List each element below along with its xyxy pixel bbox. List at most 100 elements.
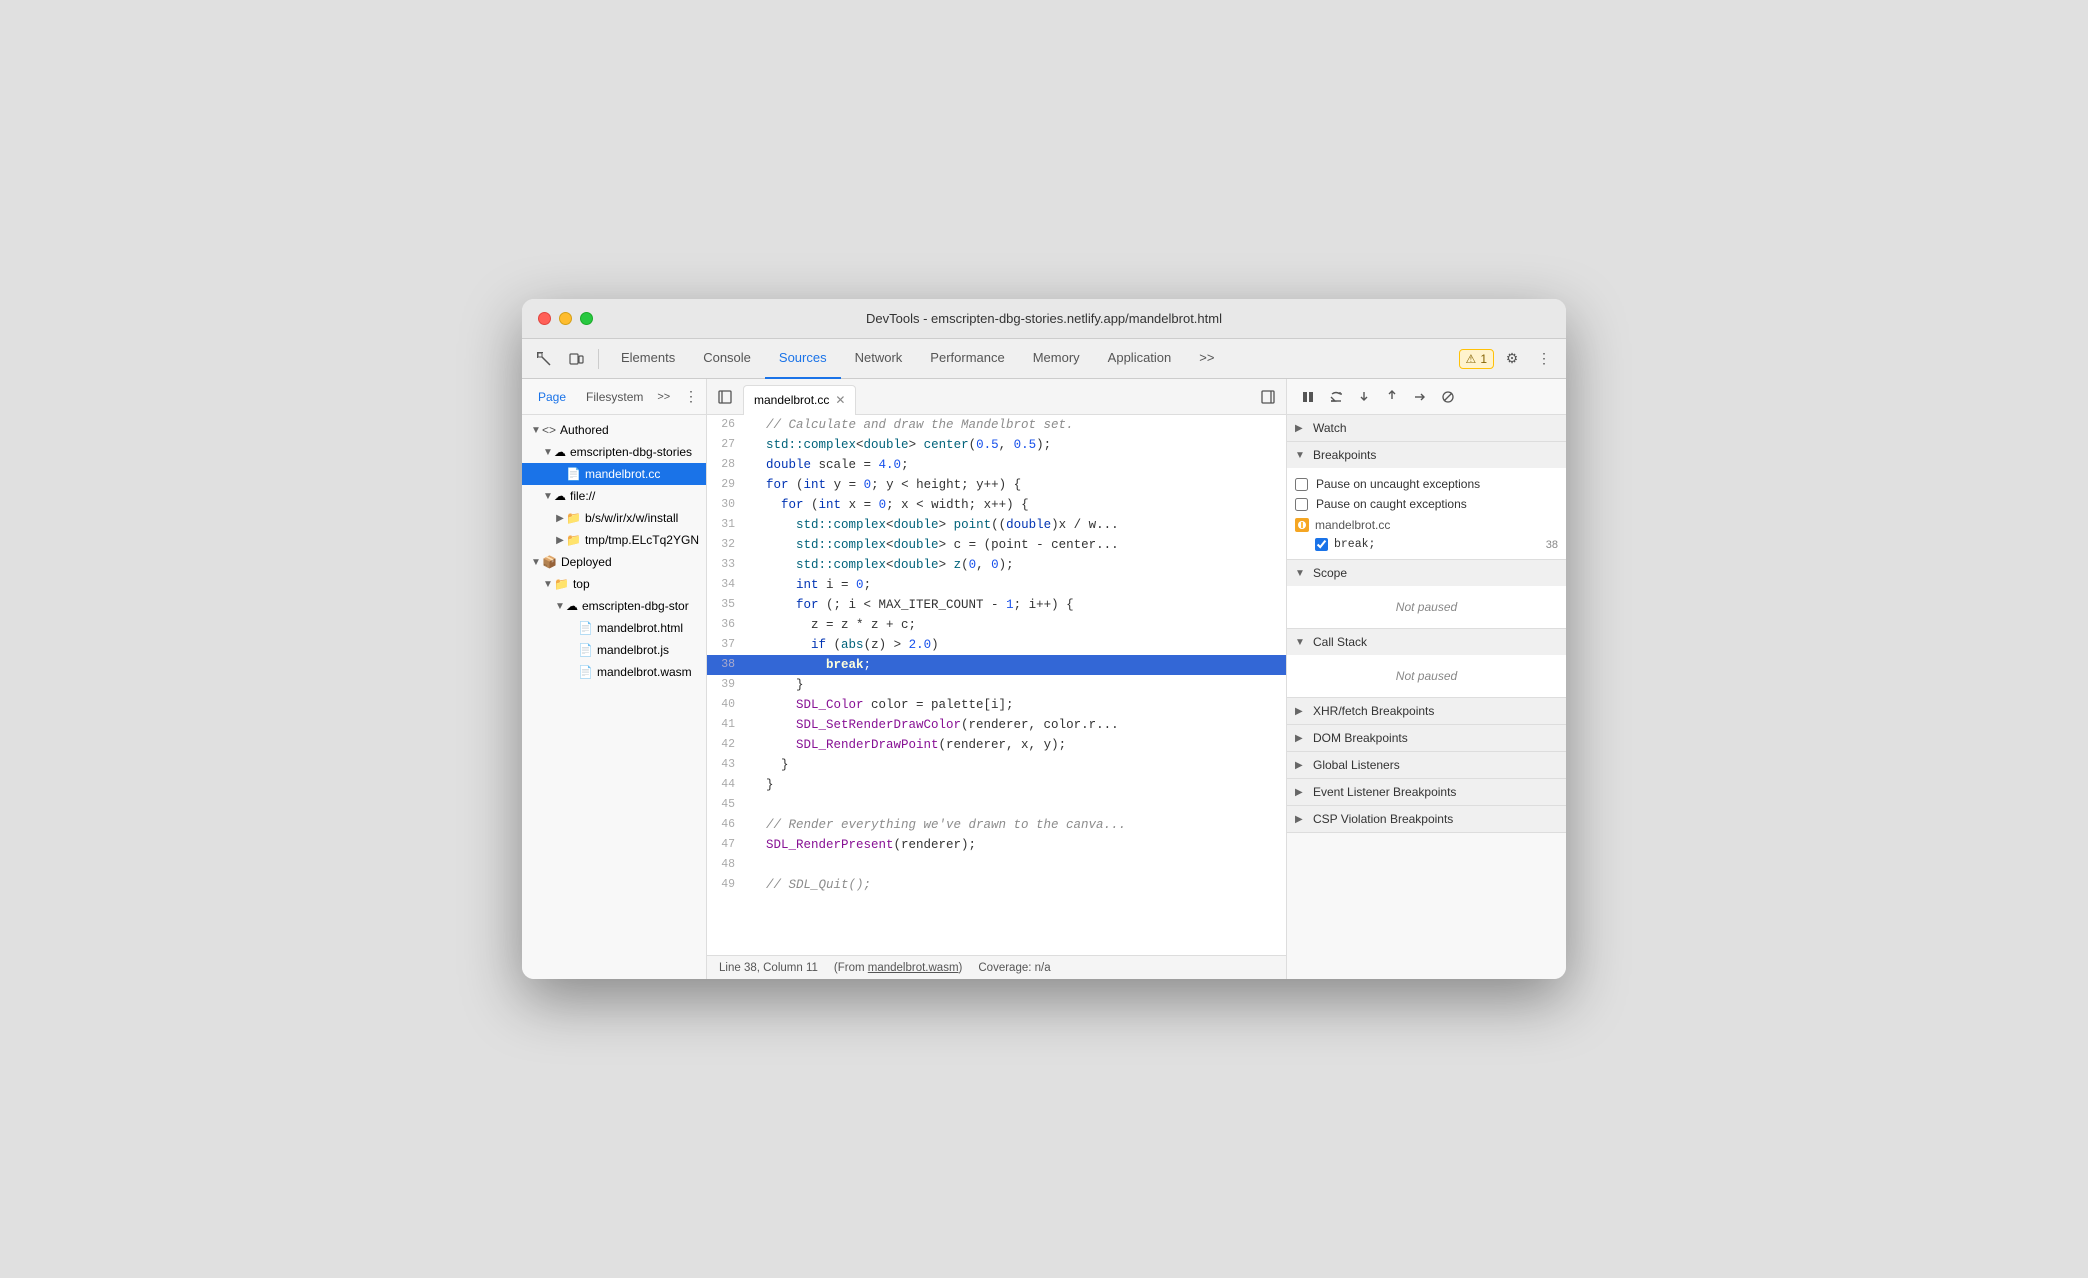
breakpoint-code-38: break; (1334, 538, 1540, 551)
breakpoint-filename: mandelbrot.cc (1315, 518, 1390, 532)
section-breakpoints-header[interactable]: ▼ Breakpoints (1287, 442, 1566, 468)
tree-arrow-tmp: ▶ (554, 535, 566, 546)
tree-label-file: file:// (570, 489, 595, 503)
tree-item-deployed[interactable]: ▼ 📦 Deployed (522, 551, 706, 573)
tree-item-file[interactable]: ▼ ☁ file:// (522, 485, 706, 507)
breakpoint-checkbox-38[interactable] (1315, 538, 1328, 551)
tab-memory[interactable]: Memory (1019, 339, 1094, 379)
sidebar-tabs-more[interactable]: >> (657, 391, 670, 403)
warning-badge[interactable]: ⚠ 1 (1459, 349, 1494, 369)
tab-more[interactable]: >> (1185, 339, 1228, 379)
tree-arrow-bsw: ▶ (554, 513, 566, 524)
tree-label-wasm: mandelbrot.wasm (597, 665, 692, 679)
tab-network[interactable]: Network (841, 339, 917, 379)
tree-item-js[interactable]: 📄 mandelbrot.js (522, 639, 706, 661)
section-dom-header[interactable]: ▶ DOM Breakpoints (1287, 725, 1566, 752)
right-sections: ▶ Watch ▼ Breakpoints Pause on uncaught … (1287, 415, 1566, 979)
tree-item-emscripten-deployed[interactable]: ▼ ☁ emscripten-dbg-stor (522, 595, 706, 617)
tab-console[interactable]: Console (689, 339, 765, 379)
section-csp-header[interactable]: ▶ CSP Violation Breakpoints (1287, 806, 1566, 833)
section-watch-header[interactable]: ▶ Watch (1287, 415, 1566, 441)
xhr-arrow: ▶ (1295, 706, 1307, 717)
tab-application[interactable]: Application (1094, 339, 1186, 379)
close-button[interactable] (538, 312, 551, 325)
right-panel: ▶ Watch ▼ Breakpoints Pause on uncaught … (1286, 379, 1566, 979)
step-btn[interactable] (1407, 384, 1433, 410)
step-out-btn[interactable] (1379, 384, 1405, 410)
pause-resume-btn[interactable] (1295, 384, 1321, 410)
tab-elements[interactable]: Elements (607, 339, 689, 379)
toolbar-separator-1 (598, 349, 599, 369)
cloud-icon-2: ☁ (554, 489, 566, 503)
source-navigator-icon[interactable] (711, 383, 739, 411)
tree-item-emscripten-authored[interactable]: ▼ ☁ emscripten-dbg-stories (522, 441, 706, 463)
more-options-icon[interactable]: ⋮ (1530, 345, 1558, 373)
dom-label: DOM Breakpoints (1313, 731, 1408, 745)
breakpoints-content: Pause on uncaught exceptions Pause on ca… (1287, 468, 1566, 559)
section-global-header[interactable]: ▶ Global Listeners (1287, 752, 1566, 779)
dom-arrow: ▶ (1295, 733, 1307, 744)
code-line-27: 27 std::complex<double> center(0.5, 0.5)… (707, 435, 1286, 455)
tree-item-bsw[interactable]: ▶ 📁 b/s/w/ir/x/w/install (522, 507, 706, 529)
tree-item-top[interactable]: ▼ 📁 top (522, 573, 706, 595)
tree-item-wasm[interactable]: 📄 mandelbrot.wasm (522, 661, 706, 683)
section-call-stack-header[interactable]: ▼ Call Stack (1287, 629, 1566, 655)
tree-label-emscripten: emscripten-dbg-stories (570, 445, 692, 459)
tree-label-js: mandelbrot.js (597, 643, 669, 657)
code-line-32: 32 std::complex<double> c = (point - cen… (707, 535, 1286, 555)
tree-item-mandelbrot-cc[interactable]: 📄 mandelbrot.cc (522, 463, 706, 485)
tab-performance[interactable]: Performance (916, 339, 1018, 379)
tree-item-authored[interactable]: ▼ <> Authored (522, 419, 706, 441)
tree-arrow-deployed: ▼ (530, 557, 542, 568)
main-layout: Page Filesystem >> ⋮ ▼ <> Authored ▼ ☁ e… (522, 379, 1566, 979)
minimize-button[interactable] (559, 312, 572, 325)
settings-icon[interactable]: ⚙ (1498, 345, 1526, 373)
sidebar-tab-page[interactable]: Page (530, 386, 574, 408)
cloud-icon-1: ☁ (554, 445, 566, 459)
editor-file-tab-mandelbrot[interactable]: mandelbrot.cc ✕ (743, 385, 856, 415)
step-over-btn[interactable] (1323, 384, 1349, 410)
call-stack-arrow: ▼ (1295, 637, 1307, 648)
tree-arrow-top: ▼ (542, 579, 554, 590)
editor-tab-close[interactable]: ✕ (835, 393, 845, 407)
window-title: DevTools - emscripten-dbg-stories.netlif… (866, 311, 1222, 326)
code-line-41: 41 SDL_SetRenderDrawColor(renderer, colo… (707, 715, 1286, 735)
section-scope-header[interactable]: ▼ Scope (1287, 560, 1566, 586)
panel-toggle-icon[interactable] (1254, 383, 1282, 411)
maximize-button[interactable] (580, 312, 593, 325)
tree-label-tmp: tmp/tmp.ELcTq2YGN (585, 533, 699, 547)
toolbar-right: ⚠ 1 ⚙ ⋮ (1459, 345, 1558, 373)
step-into-btn[interactable] (1351, 384, 1377, 410)
csp-label: CSP Violation Breakpoints (1313, 812, 1453, 826)
section-xhr-header[interactable]: ▶ XHR/fetch Breakpoints (1287, 698, 1566, 725)
code-line-29: 29 for (int y = 0; y < height; y++) { (707, 475, 1286, 495)
pause-uncaught-checkbox[interactable] (1295, 478, 1308, 491)
sidebar-tab-filesystem[interactable]: Filesystem (578, 386, 651, 408)
device-toolbar-icon[interactable] (562, 345, 590, 373)
tree-arrow-file: ▼ (542, 491, 554, 502)
code-line-48: 48 (707, 855, 1286, 875)
scope-content: Not paused (1287, 586, 1566, 628)
deactivate-btn[interactable] (1435, 384, 1461, 410)
inspect-icon[interactable] (530, 345, 558, 373)
section-event-header[interactable]: ▶ Event Listener Breakpoints (1287, 779, 1566, 806)
breakpoint-row-38: break; 38 (1295, 536, 1558, 553)
code-line-38: 38 break; (707, 655, 1286, 675)
code-editor[interactable]: 26 // Calculate and draw the Mandelbrot … (707, 415, 1286, 955)
devtools-toolbar: Elements Console Sources Network Perform… (522, 339, 1566, 379)
watch-label: Watch (1313, 421, 1347, 435)
pause-caught-checkbox[interactable] (1295, 498, 1308, 511)
debug-toolbar (1287, 379, 1566, 415)
tree-item-tmp[interactable]: ▶ 📁 tmp/tmp.ELcTq2YGN (522, 529, 706, 551)
global-label: Global Listeners (1313, 758, 1400, 772)
sidebar-menu-icon[interactable]: ⋮ (684, 388, 698, 405)
tab-sources[interactable]: Sources (765, 339, 841, 379)
code-line-34: 34 int i = 0; (707, 575, 1286, 595)
code-line-42: 42 SDL_RenderDrawPoint(renderer, x, y); (707, 735, 1286, 755)
breakpoint-file-mandelbrot: mandelbrot.cc (1295, 514, 1558, 536)
tree-arrow-authored: ▼ (530, 425, 542, 436)
source-link[interactable]: mandelbrot.wasm (868, 962, 959, 974)
code-line-33: 33 std::complex<double> z(0, 0); (707, 555, 1286, 575)
tree-label-top: top (573, 577, 590, 591)
tree-item-html[interactable]: 📄 mandelbrot.html (522, 617, 706, 639)
